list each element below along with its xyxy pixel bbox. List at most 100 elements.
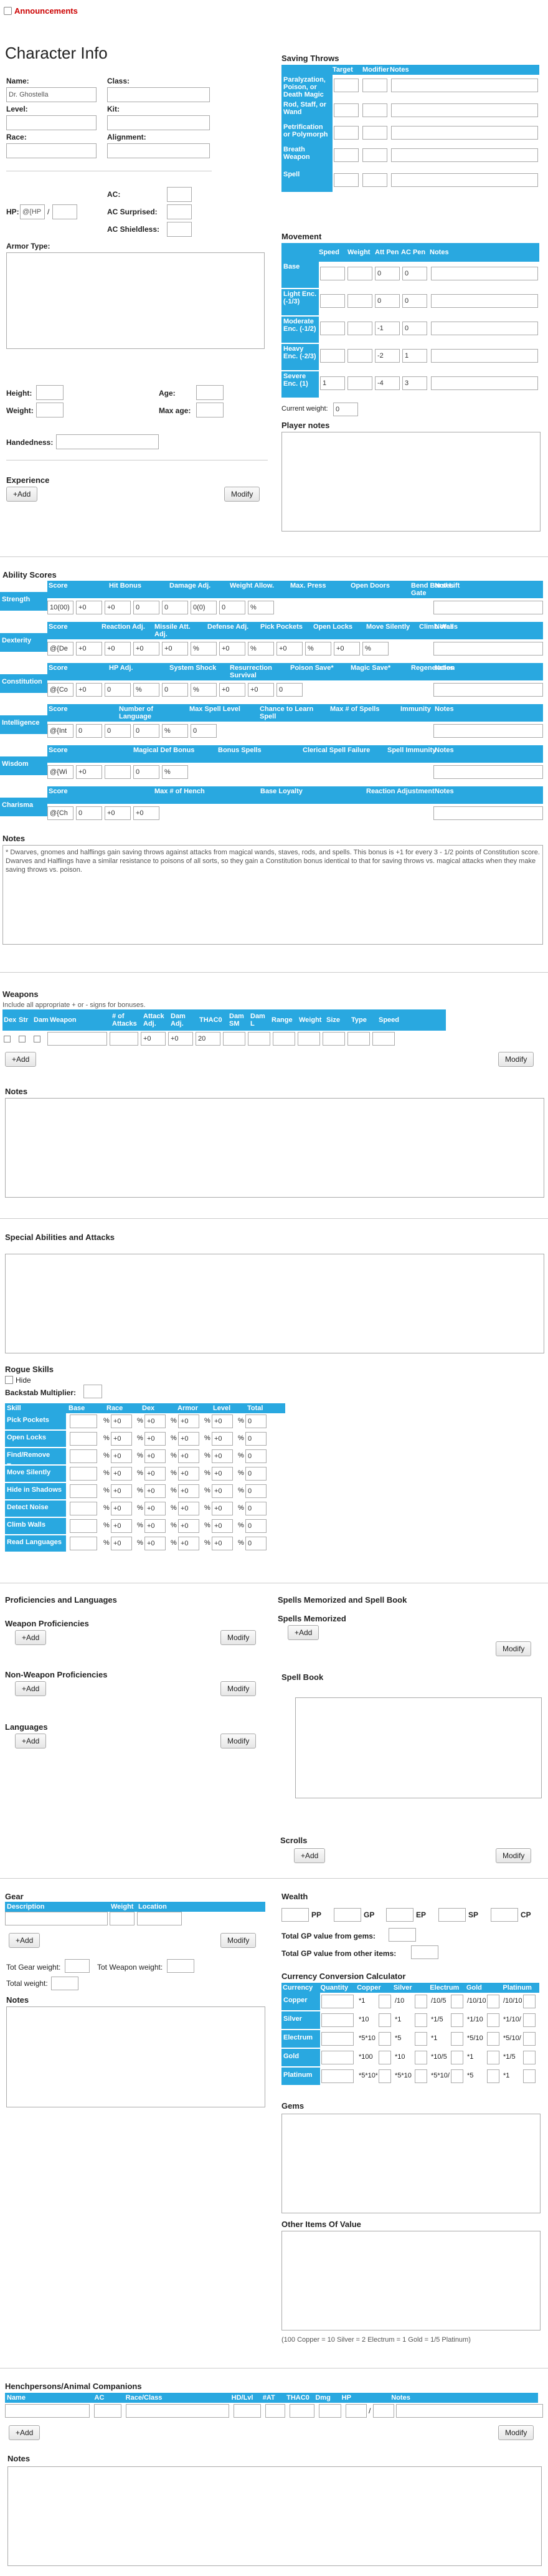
rogue-value-field[interactable]: +0	[144, 1432, 166, 1446]
rogue-value-field[interactable]: +0	[144, 1519, 166, 1533]
saving-throw-modifier[interactable]	[362, 148, 387, 162]
hench-field[interactable]	[396, 2404, 543, 2418]
rogue-value-field[interactable]: +0	[212, 1484, 233, 1498]
final-notes-textarea[interactable]	[7, 2466, 542, 2566]
weapon-flag-checkbox[interactable]	[19, 1036, 26, 1042]
coin-ep-field[interactable]	[386, 1908, 413, 1922]
ability-constitution-value[interactable]: %	[133, 683, 159, 697]
checkbox-icon[interactable]	[5, 1376, 13, 1384]
age-field[interactable]	[196, 385, 224, 400]
ability-constitution-value[interactable]: +0	[76, 683, 102, 697]
movement-speed[interactable]	[320, 349, 345, 363]
movement-notes[interactable]	[431, 294, 538, 308]
ability-dexterity-value[interactable]: +0	[334, 642, 360, 656]
ability-dexterity-value[interactable]: %	[362, 642, 389, 656]
ability-strength-value[interactable]: %	[248, 601, 274, 614]
ability-wisdom-notes[interactable]	[433, 765, 543, 779]
rogue-base-field[interactable]	[70, 1537, 97, 1550]
spell-book-textarea[interactable]	[295, 1697, 542, 1798]
tot-gear-weight-field[interactable]	[65, 1959, 90, 1973]
weapon-prof-modify-button[interactable]: Modify	[220, 1630, 257, 1645]
rogue-value-field[interactable]: +0	[111, 1537, 132, 1550]
weapon-flag-checkbox[interactable]	[4, 1036, 11, 1042]
ability-intelligence-value[interactable]: 0	[105, 724, 131, 738]
ac-surprised-field[interactable]	[167, 204, 192, 219]
experience-add-button[interactable]: +Add	[6, 487, 38, 502]
special-abilities-textarea[interactable]	[5, 1254, 544, 1353]
ability-strength-value[interactable]: 0	[133, 601, 159, 614]
weapon-extra-field[interactable]	[298, 1032, 320, 1046]
movement-speed[interactable]	[320, 267, 345, 280]
ability-strength-value[interactable]: 0	[219, 601, 245, 614]
ability-dexterity-notes[interactable]	[433, 642, 543, 656]
rogue-base-field[interactable]	[70, 1432, 97, 1446]
rogue-value-field[interactable]: +0	[111, 1432, 132, 1446]
saving-throw-notes[interactable]	[391, 103, 538, 117]
experience-modify-button[interactable]: Modify	[224, 487, 260, 502]
ability-constitution-value[interactable]: 0	[162, 683, 188, 697]
ability-constitution-value[interactable]: 0	[276, 683, 303, 697]
gear-description-field[interactable]	[5, 1912, 108, 1925]
ability-charisma-value[interactable]: 0	[76, 806, 102, 820]
ability-strength-value[interactable]: 10(00)	[47, 601, 73, 614]
hench-field[interactable]	[290, 2404, 314, 2418]
ability-constitution-value[interactable]: +0	[248, 683, 274, 697]
hp-max-field[interactable]	[52, 204, 77, 219]
ability-charisma-value[interactable]: +0	[133, 806, 159, 820]
movement-speed[interactable]	[320, 322, 345, 335]
weight-field[interactable]	[36, 403, 64, 417]
gems-total-field[interactable]	[389, 1928, 416, 1942]
rogue-value-field[interactable]: +0	[144, 1467, 166, 1481]
ability-wisdom-value[interactable]: %	[162, 765, 188, 779]
movement-notes[interactable]	[431, 376, 538, 390]
hench-field[interactable]	[126, 2404, 229, 2418]
rogue-value-field[interactable]: +0	[144, 1537, 166, 1550]
movement-weight[interactable]	[347, 349, 372, 363]
ability-constitution-value[interactable]: +0	[219, 683, 245, 697]
weapon-attacks-field[interactable]	[110, 1032, 138, 1046]
ability-intelligence-notes[interactable]	[433, 724, 543, 738]
hench-add-button[interactable]: +Add	[9, 2425, 40, 2440]
rogue-value-field[interactable]: +0	[111, 1519, 132, 1533]
rogue-value-field[interactable]: +0	[178, 1414, 199, 1428]
handedness-field[interactable]	[56, 434, 159, 449]
rogue-value-field[interactable]: +0	[111, 1484, 132, 1498]
saving-throw-modifier[interactable]	[362, 173, 387, 187]
nonweapon-prof-add-button[interactable]: +Add	[15, 1681, 47, 1696]
level-field[interactable]	[6, 115, 97, 130]
rogue-value-field[interactable]: +0	[178, 1537, 199, 1550]
hench-field[interactable]	[319, 2404, 341, 2418]
saving-throw-notes[interactable]	[391, 79, 538, 92]
hench-row[interactable]: /	[5, 2403, 543, 2418]
backstab-field[interactable]	[83, 1385, 102, 1398]
rogue-value-field[interactable]: +0	[144, 1449, 166, 1463]
ability-dexterity-value[interactable]: +0	[105, 642, 131, 656]
gear-location-field[interactable]	[137, 1912, 182, 1925]
ability-wisdom-value[interactable]	[105, 765, 131, 779]
gear-add-button[interactable]: +Add	[9, 1933, 40, 1948]
kit-field[interactable]	[107, 115, 210, 130]
gear-modify-button[interactable]: Modify	[220, 1933, 257, 1948]
saving-throw-target[interactable]	[334, 148, 359, 162]
name-field[interactable]: Dr. Ghostella	[6, 87, 97, 102]
rogue-value-field[interactable]: +0	[178, 1519, 199, 1533]
rogue-base-field[interactable]	[70, 1414, 97, 1428]
ability-dexterity-value[interactable]: +0	[276, 642, 303, 656]
currency-quantity-field[interactable]	[321, 1995, 354, 2008]
ac-shieldless-field[interactable]	[167, 222, 192, 237]
saving-throw-notes[interactable]	[391, 126, 538, 140]
ability-charisma-notes[interactable]	[433, 806, 543, 820]
scrolls-modify-button[interactable]: Modify	[496, 1848, 532, 1863]
ability-intelligence-value[interactable]: 0	[76, 724, 102, 738]
movement-speed[interactable]: 1	[320, 376, 345, 390]
weapons-add-button[interactable]: +Add	[5, 1052, 37, 1067]
saving-throw-target[interactable]	[334, 103, 359, 117]
saving-throw-modifier[interactable]	[362, 126, 387, 140]
max-age-field[interactable]	[196, 403, 224, 417]
ability-strength-value[interactable]: +0	[76, 601, 102, 614]
ability-dexterity-value[interactable]: +0	[162, 642, 188, 656]
rogue-value-field[interactable]: +0	[212, 1449, 233, 1463]
currency-quantity-field[interactable]	[321, 2069, 354, 2083]
coin-cp-field[interactable]	[491, 1908, 518, 1922]
hench-field[interactable]	[94, 2404, 121, 2418]
